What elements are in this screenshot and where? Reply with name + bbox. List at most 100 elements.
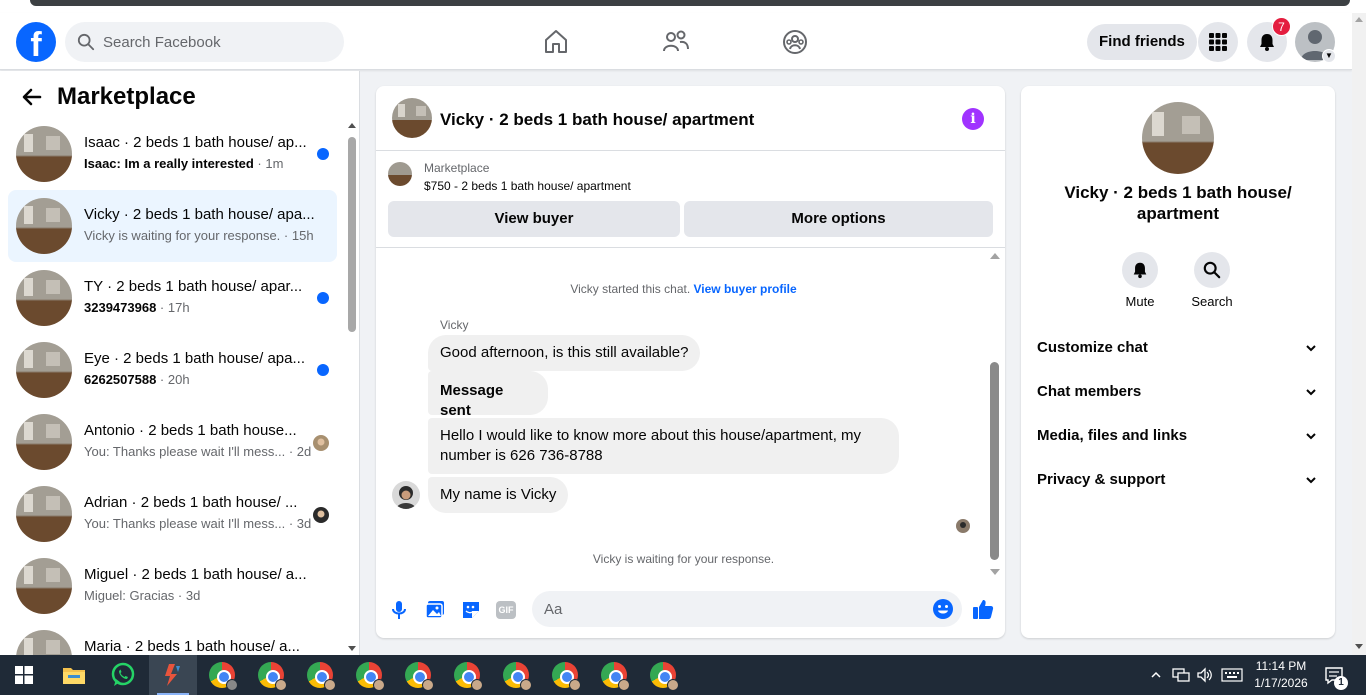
conversation-title: Maria · 2 beds 1 bath house/ a...	[84, 638, 300, 655]
start-button[interactable]	[0, 655, 48, 695]
chat-title: Vicky · 2 beds 1 bath house/ apartment	[440, 110, 755, 129]
privacy-support-section[interactable]: Privacy & support	[1021, 458, 1335, 502]
home-icon[interactable]	[541, 27, 571, 57]
system-clock[interactable]: 11:14 PM 1/17/2026	[1250, 658, 1312, 692]
network-icon[interactable]	[1172, 667, 1190, 683]
browser-top-strip	[0, 0, 1366, 13]
friends-icon[interactable]	[661, 27, 691, 57]
conversation-item[interactable]: Adrian · 2 beds 1 bath house/ ... You: Th…	[8, 478, 337, 550]
volume-icon[interactable]	[1196, 667, 1214, 683]
search-input[interactable]	[103, 33, 323, 51]
conversation-preview: You: Thanks please wait I'll mess... · 2…	[84, 444, 312, 459]
chevron-up-icon[interactable]	[1150, 669, 1162, 681]
listing-thumbnail	[16, 486, 72, 542]
listing-source: Marketplace	[424, 161, 490, 175]
thumbs-up-icon[interactable]	[971, 597, 995, 621]
conversation-title: Vicky · 2 beds 1 bath house/ apa...	[84, 206, 315, 223]
taskbar-chrome-2[interactable]	[247, 655, 295, 695]
marketplace-sidebar: Marketplace Isaac · 2 beds 1 bath house/…	[0, 71, 360, 655]
listing-summary: Marketplace $750 - 2 beds 1 bath house/ …	[376, 152, 1005, 248]
message-bubble[interactable]: Good afternoon, is this still available?	[428, 335, 701, 371]
listing-price[interactable]: $750 - 2 beds 1 bath house/ apartment	[424, 179, 631, 193]
sender-avatar[interactable]	[392, 481, 420, 509]
back-arrow-icon[interactable]	[20, 85, 44, 109]
listing-thumbnail	[16, 270, 72, 326]
app-icon	[165, 664, 180, 686]
chat-members-section[interactable]: Chat members	[1021, 370, 1335, 414]
chrome-icon	[209, 662, 238, 691]
facebook-logo-icon[interactable]: f	[16, 22, 56, 62]
conversation-item[interactable]: TY · 2 beds 1 bath house/ apar... 3239473…	[8, 262, 337, 334]
gif-icon[interactable]: GIF	[496, 601, 516, 619]
chevron-down-icon	[1306, 345, 1316, 352]
search-conversation-button[interactable]: Search	[1182, 252, 1242, 309]
view-buyer-button[interactable]: View buyer	[388, 201, 680, 237]
taskbar-chrome-1[interactable]	[198, 655, 246, 695]
conversation-item[interactable]: Vicky · 2 beds 1 bath house/ apa... Vicky…	[8, 190, 337, 262]
conversation-preview: 3239473968 · 17h	[84, 300, 190, 315]
action-center-badge: 1	[1334, 676, 1348, 690]
sticker-icon[interactable]	[460, 599, 482, 621]
taskbar-chrome-9[interactable]	[590, 655, 638, 695]
sidebar-scrollbar[interactable]	[346, 123, 358, 651]
conversation-item[interactable]: Eye · 2 beds 1 bath house/ apa... 6262507…	[8, 334, 337, 406]
emoji-icon[interactable]	[932, 598, 954, 620]
groups-icon[interactable]	[780, 27, 810, 57]
chrome-icon	[503, 662, 532, 691]
listing-thumbnail[interactable]	[392, 98, 432, 138]
mute-button[interactable]: Mute	[1110, 252, 1170, 309]
windows-logo-icon	[15, 666, 33, 684]
grid-menu-icon	[1209, 33, 1227, 51]
listing-thumbnail	[16, 414, 72, 470]
chat-started-notice: Vicky started this chat. View buyer prof…	[570, 282, 797, 296]
taskbar-chrome-7[interactable]	[492, 655, 540, 695]
conversation-item[interactable]: Miguel · 2 beds 1 bath house/ a... Miguel…	[8, 550, 337, 622]
search-icon	[1203, 261, 1221, 279]
mute-label: Mute	[1125, 294, 1155, 309]
taskbar-chrome-4[interactable]	[345, 655, 393, 695]
conversation-title: Adrian · 2 beds 1 bath house/ ...	[84, 494, 298, 511]
search-label: Search	[1191, 294, 1233, 309]
conversation-item[interactable]: Maria · 2 beds 1 bath house/ a...	[8, 622, 337, 655]
keyboard-icon[interactable]	[1221, 668, 1243, 682]
seen-avatar	[313, 435, 329, 451]
taskbar-chrome-10[interactable]	[639, 655, 687, 695]
message-bubble[interactable]: Hello I would like to know more about th…	[428, 418, 899, 474]
more-options-button[interactable]: More options	[684, 201, 993, 237]
listing-large-thumbnail[interactable]	[1142, 102, 1214, 174]
waiting-notice: Vicky is waiting for your response.	[592, 552, 775, 566]
search-bar[interactable]	[65, 22, 344, 62]
taskbar-chrome-8[interactable]	[541, 655, 589, 695]
photo-icon[interactable]	[424, 599, 446, 621]
chrome-icon	[258, 662, 287, 691]
microphone-icon[interactable]	[388, 599, 410, 621]
chat-scrollbar[interactable]	[988, 250, 1002, 578]
chrome-icon	[650, 662, 679, 691]
chevron-down-icon	[1306, 477, 1316, 484]
taskbar-chrome-5[interactable]	[394, 655, 442, 695]
taskbar-file-explorer[interactable]	[50, 655, 98, 695]
listing-small-thumbnail[interactable]	[388, 162, 412, 186]
taskbar-chrome-6[interactable]	[443, 655, 491, 695]
taskbar-whatsapp[interactable]	[99, 655, 147, 695]
message-thread: Vicky started this chat. View buyer prof…	[376, 249, 1005, 579]
message-input[interactable]	[544, 600, 924, 618]
conversation-item[interactable]: Antonio · 2 beds 1 bath house... You: Tha…	[8, 406, 337, 478]
conversation-item[interactable]: Isaac · 2 beds 1 bath house/ ap... Isaac:…	[8, 118, 337, 190]
message-bubble[interactable]: Message sent	[428, 371, 548, 419]
info-icon[interactable]: i	[962, 108, 984, 130]
message-bubble[interactable]: My name is Vicky	[428, 477, 569, 513]
account-chevron-icon[interactable]: ▼	[1322, 49, 1336, 63]
media-files-links-section[interactable]: Media, files and links	[1021, 414, 1335, 458]
chrome-icon	[552, 662, 581, 691]
taskbar-active-app[interactable]	[149, 655, 197, 695]
view-buyer-profile-link[interactable]: View buyer profile	[694, 282, 797, 296]
menu-button[interactable]	[1198, 22, 1238, 62]
chat-header: Vicky · 2 beds 1 bath house/ apartment i	[376, 86, 1005, 151]
customize-chat-section[interactable]: Customize chat	[1021, 326, 1335, 370]
chat-panel: Vicky · 2 beds 1 bath house/ apartment i…	[376, 86, 1005, 638]
page-scrollbar[interactable]	[1352, 13, 1366, 655]
taskbar-chrome-3[interactable]	[296, 655, 344, 695]
find-friends-button[interactable]: Find friends	[1087, 24, 1197, 60]
message-input-box[interactable]	[532, 591, 962, 627]
